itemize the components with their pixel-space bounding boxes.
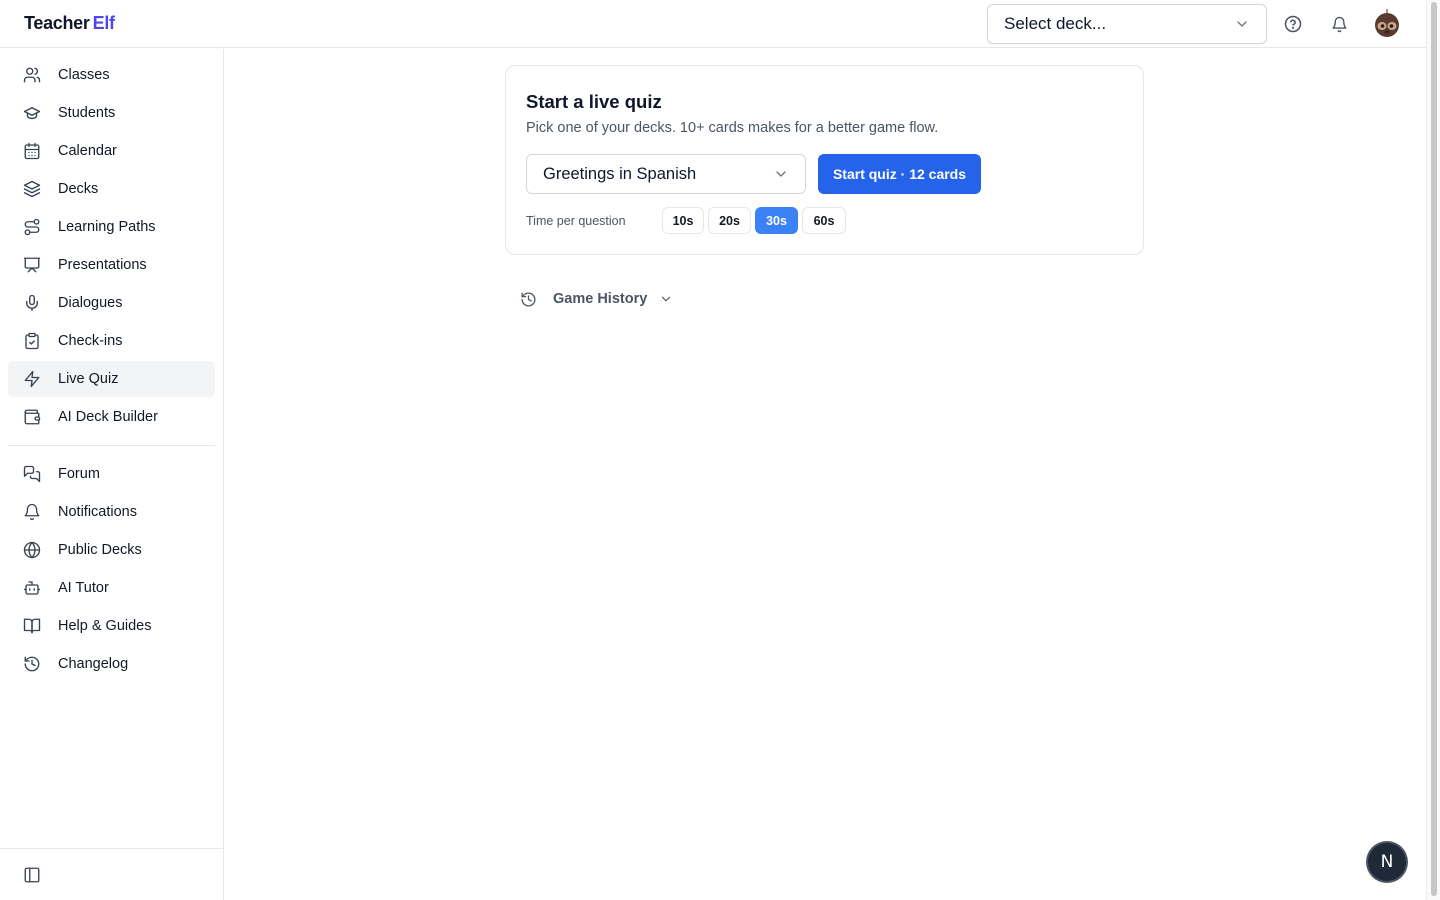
- live-quiz-card: Start a live quiz Pick one of your decks…: [505, 65, 1144, 255]
- messages-icon: [23, 465, 41, 483]
- scrollbar-thumb[interactable]: [1431, 2, 1437, 896]
- sidebar-item-label: Forum: [58, 466, 100, 482]
- bell-icon: [24, 503, 40, 521]
- presentation-icon: [23, 257, 41, 273]
- game-history-label: Game History: [553, 291, 648, 307]
- mic-icon: [26, 294, 38, 312]
- sidebar-item-label: AI Deck Builder: [58, 409, 158, 425]
- quiz-deck-value: Greetings in Spanish: [543, 164, 697, 183]
- sidebar-item-live-quiz[interactable]: Live Quiz: [8, 361, 215, 397]
- time-option-30s[interactable]: 30s: [755, 207, 798, 234]
- bell-icon: [1331, 16, 1347, 32]
- graduation-cap-icon: [23, 107, 41, 120]
- sidebar-item-check-ins[interactable]: Check-ins: [8, 323, 215, 359]
- sidebar-item-label: Classes: [58, 67, 110, 83]
- logo-text-teacher: Teacher: [24, 13, 90, 33]
- clipboard-check-icon: [25, 332, 39, 350]
- wallet-icon: [24, 409, 41, 425]
- sidebar-item-label: Decks: [58, 181, 99, 197]
- sidebar-footer-divider: [0, 848, 223, 849]
- sidebar-item-label: Help & Guides: [58, 618, 152, 634]
- chevron-down-icon: [776, 171, 786, 177]
- bot-icon: [23, 581, 41, 595]
- sidebar-item-forum[interactable]: Forum: [8, 456, 215, 492]
- calendar-icon: [24, 142, 40, 160]
- sidebar-item-label: Check-ins: [58, 333, 123, 349]
- sidebar-item-learning-paths[interactable]: Learning Paths: [8, 209, 215, 245]
- route-icon: [24, 218, 40, 236]
- sidebar-item-label: Public Decks: [58, 542, 142, 558]
- sidebar-item-label: Live Quiz: [58, 371, 119, 387]
- sidebar-item-changelog[interactable]: Changelog: [8, 646, 215, 682]
- deck-select-label: Select deck...: [1004, 14, 1107, 33]
- chevron-down-icon: [1237, 21, 1247, 27]
- help-circle-icon: [1284, 15, 1302, 33]
- time-per-question-label: Time per question: [526, 214, 626, 228]
- dev-tools-badge[interactable]: N: [1368, 843, 1406, 881]
- sidebar-divider: [8, 445, 215, 446]
- book-open-icon: [23, 618, 41, 634]
- notifications-button[interactable]: [1327, 12, 1351, 36]
- sidebar-item-calendar[interactable]: Calendar: [8, 133, 215, 169]
- sidebar-item-label: Changelog: [58, 656, 129, 672]
- sidebar-item-public-decks[interactable]: Public Decks: [8, 532, 215, 568]
- sidebar-item-dialogues[interactable]: Dialogues: [8, 285, 215, 321]
- sidebar-item-students[interactable]: Students: [8, 95, 215, 131]
- sidebar-item-ai-tutor[interactable]: AI Tutor: [8, 570, 215, 606]
- sidebar-item-label: Notifications: [58, 504, 137, 520]
- app-logo[interactable]: Teacher Elf: [24, 13, 115, 34]
- avatar[interactable]: [1372, 8, 1402, 38]
- sidebar-item-decks[interactable]: Decks: [8, 171, 215, 207]
- time-option-20s[interactable]: 20s: [708, 207, 751, 234]
- sidebar-item-classes[interactable]: Classes: [8, 57, 215, 93]
- game-history-toggle[interactable]: Game History: [520, 288, 673, 310]
- sidebar-item-presentations[interactable]: Presentations: [8, 247, 215, 283]
- page-scrollbar[interactable]: [1426, 0, 1440, 900]
- sidebar-item-label: Students: [58, 105, 116, 121]
- layers-icon: [23, 180, 41, 198]
- history-icon: [24, 656, 40, 672]
- logo-text-elf: Elf: [92, 13, 115, 33]
- sidebar-item-ai-deck-builder[interactable]: AI Deck Builder: [8, 399, 215, 435]
- sidebar-item-help-guides[interactable]: Help & Guides: [8, 608, 215, 644]
- top-header: Teacher Elf Select deck...: [0, 0, 1426, 48]
- quiz-deck-select[interactable]: Greetings in Spanish: [526, 154, 806, 194]
- sidebar-item-label: Presentations: [58, 257, 147, 273]
- sidebar-toggle-icon[interactable]: [23, 866, 41, 884]
- globe-icon: [23, 541, 41, 559]
- start-quiz-button[interactable]: Start quiz · 12 cards: [818, 154, 981, 194]
- card-title: Start a live quiz: [526, 91, 662, 112]
- sidebar: Classes Students Calendar Decks Learning…: [0, 49, 224, 900]
- sidebar-item-label: Dialogues: [58, 295, 123, 311]
- history-icon: [521, 291, 536, 307]
- sidebar-item-label: AI Tutor: [58, 580, 109, 596]
- sidebar-item-label: Calendar: [58, 143, 117, 159]
- card-subtitle: Pick one of your decks. 10+ cards makes …: [526, 120, 939, 136]
- time-option-60s[interactable]: 60s: [802, 207, 846, 234]
- header-deck-select[interactable]: Select deck...: [987, 4, 1267, 44]
- users-icon: [23, 67, 41, 83]
- avatar-icon: [1375, 9, 1399, 37]
- chevron-down-icon: [662, 296, 671, 302]
- time-option-10s[interactable]: 10s: [662, 207, 704, 234]
- help-button[interactable]: [1281, 12, 1305, 36]
- sidebar-item-label: Learning Paths: [58, 219, 156, 235]
- zap-icon: [24, 370, 40, 388]
- sidebar-item-notifications[interactable]: Notifications: [8, 494, 215, 530]
